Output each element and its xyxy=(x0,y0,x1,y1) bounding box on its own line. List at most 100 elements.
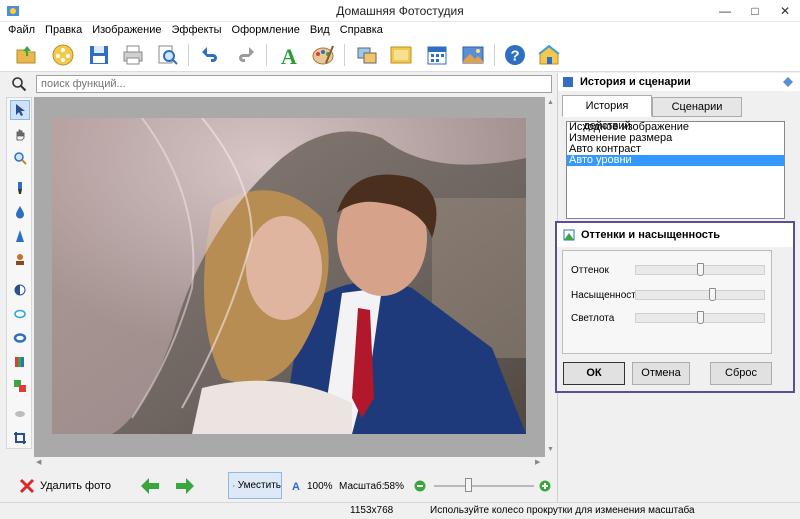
text-button[interactable]: A xyxy=(274,41,304,69)
scroll-right-icon[interactable]: ▶ xyxy=(535,458,540,466)
sharpen-tool[interactable] xyxy=(10,226,30,246)
zoom-in-icon xyxy=(539,480,551,492)
zoom-100-button[interactable]: A 100% xyxy=(291,470,333,502)
next-photo-button[interactable] xyxy=(175,470,195,502)
stamp-tool[interactable] xyxy=(10,250,30,270)
arrow-right-icon xyxy=(176,478,194,494)
zoom-out-button[interactable] xyxy=(414,470,426,502)
hue-slider-thumb[interactable] xyxy=(697,263,704,276)
undo-button[interactable] xyxy=(196,41,226,69)
text-icon: A xyxy=(281,44,297,67)
zoom-slider-track[interactable] xyxy=(434,485,534,487)
lightness-slider[interactable] xyxy=(635,311,765,324)
hue-slider[interactable] xyxy=(635,263,765,276)
redo-icon xyxy=(239,47,254,62)
saturation-slider-thumb[interactable] xyxy=(709,288,716,301)
zoom-tool[interactable] xyxy=(10,148,30,168)
menu-file[interactable]: Файл xyxy=(0,22,40,39)
previous-photo-button[interactable] xyxy=(140,470,160,502)
svg-text:A: A xyxy=(281,44,297,67)
menu-view[interactable]: Вид xyxy=(305,22,335,39)
delete-icon xyxy=(19,478,35,494)
arrow-left-icon xyxy=(141,478,159,494)
zoom-in-button[interactable] xyxy=(539,470,551,502)
image-canvas[interactable] xyxy=(34,97,545,457)
palette-button[interactable] xyxy=(308,41,338,69)
history-item-selected[interactable]: Авто уровни xyxy=(567,155,784,166)
fit-button[interactable]: Уместить xyxy=(228,472,282,499)
toolbar: A ? xyxy=(0,39,800,72)
scroll-up-icon[interactable]: ▲ xyxy=(547,99,554,106)
pin-icon[interactable] xyxy=(783,77,793,87)
help-button[interactable]: ? xyxy=(500,41,530,69)
close-button[interactable]: ✕ xyxy=(770,0,800,22)
hue-label: Оттенок xyxy=(571,265,609,276)
home-button[interactable] xyxy=(534,41,564,69)
search-input[interactable] xyxy=(36,75,552,93)
delete-photo-button[interactable]: Удалить фото xyxy=(18,470,111,502)
bottom-bar: Удалить фото Уместить A 100% Масштаб: 58… xyxy=(0,470,557,502)
wedding-photo xyxy=(52,118,526,434)
postcard-button[interactable] xyxy=(458,41,488,69)
reset-button[interactable]: Сброс xyxy=(710,362,772,385)
tab-history[interactable]: История действий xyxy=(562,95,652,132)
toolbar-separator xyxy=(188,44,189,66)
levels-tool[interactable] xyxy=(10,352,30,372)
home-icon xyxy=(538,44,560,65)
horizontal-scrollbar[interactable]: ◀ ▶ xyxy=(34,457,545,469)
open-button[interactable] xyxy=(12,41,42,69)
undo-icon xyxy=(202,47,217,62)
minimize-button[interactable]: — xyxy=(710,0,740,22)
status-hint: Используйте колесо прокрутки для изменен… xyxy=(430,505,695,516)
saturation-slider[interactable] xyxy=(635,288,765,301)
status-bar: 1153x768 Используйте колесо прокрутки дл… xyxy=(0,502,800,519)
lightness-slider-thumb[interactable] xyxy=(697,311,704,324)
toolbar-separator xyxy=(494,44,495,66)
film-reel-icon xyxy=(52,44,74,66)
print-preview-icon xyxy=(158,45,178,65)
panel-header: История и сценарии xyxy=(558,73,800,91)
crop-tool[interactable] xyxy=(10,428,30,448)
menu-help[interactable]: Справка xyxy=(335,22,388,39)
drop-tool[interactable] xyxy=(10,202,30,222)
saturation-label: Насыщенность xyxy=(571,290,642,301)
redo-button[interactable] xyxy=(230,41,260,69)
print-button[interactable] xyxy=(118,41,148,69)
svg-text:?: ? xyxy=(511,48,520,65)
hue-saturation-panel: Оттенки и насыщенность Оттенок Насыщенно… xyxy=(555,221,795,393)
zoom-slider-thumb[interactable] xyxy=(465,478,472,492)
pointer-tool[interactable] xyxy=(10,100,30,120)
search-icon[interactable] xyxy=(11,76,27,92)
maximize-button[interactable]: □ xyxy=(740,0,770,22)
film-button[interactable] xyxy=(48,41,78,69)
help-icon: ? xyxy=(505,45,525,65)
collage-button[interactable] xyxy=(352,41,382,69)
menu-edit[interactable]: Правка xyxy=(40,22,87,39)
contrast-tool[interactable] xyxy=(10,280,30,300)
zoom-100-icon: A xyxy=(292,481,300,493)
lightness-label: Светлота xyxy=(571,313,615,324)
tab-scenarios[interactable]: Сценарии xyxy=(652,97,742,117)
save-icon xyxy=(90,46,108,64)
ellipse-tool[interactable] xyxy=(10,304,30,324)
menu-decoration[interactable]: Оформление xyxy=(227,22,305,39)
calendar-button[interactable] xyxy=(422,41,452,69)
eraser-tool[interactable] xyxy=(10,404,30,424)
ok-button[interactable]: ОК xyxy=(563,362,625,385)
hand-tool[interactable] xyxy=(10,124,30,144)
cancel-button[interactable]: Отмена xyxy=(632,362,690,385)
collage-icon xyxy=(357,47,377,64)
print-preview-button[interactable] xyxy=(152,41,182,69)
tool-palette xyxy=(6,97,32,449)
scroll-down-icon[interactable]: ▼ xyxy=(547,446,554,453)
save-button[interactable] xyxy=(84,41,114,69)
menu-bar: Файл Правка Изображение Эффекты Оформление Ви… xyxy=(0,22,800,39)
ring-tool[interactable] xyxy=(10,328,30,348)
stamp-icon xyxy=(16,254,24,265)
menu-image[interactable]: Изображение xyxy=(87,22,166,39)
color-tool[interactable] xyxy=(10,376,30,396)
frame-button[interactable] xyxy=(386,41,416,69)
scroll-left-icon[interactable]: ◀ xyxy=(36,458,41,466)
menu-effects[interactable]: Эффекты xyxy=(167,22,227,39)
brush-tool[interactable] xyxy=(10,178,30,198)
